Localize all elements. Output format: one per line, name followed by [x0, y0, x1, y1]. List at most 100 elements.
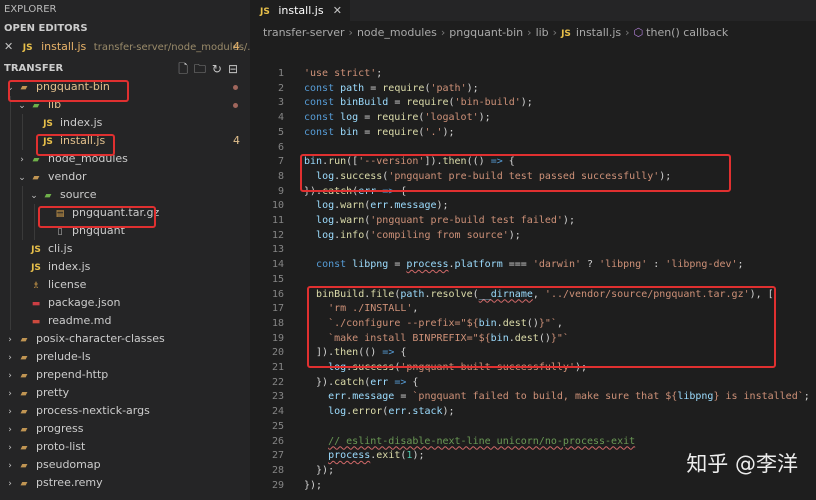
code-token: {	[502, 156, 515, 168]
code-line[interactable]: 'rm ./INSTALL',	[304, 303, 418, 314]
tree-item[interactable]: ▬ package.json	[0, 294, 250, 312]
code-line[interactable]: // eslint-disable-next-line unicorn/no-p…	[304, 436, 635, 447]
code-line[interactable]: }).catch(err => {	[304, 377, 418, 388]
code-token: }"`	[550, 332, 569, 344]
tree-item-label: pngquant.tar.gz	[72, 206, 160, 219]
code-line[interactable]: `make install BINPREFIX="${bin.dest()}"`	[304, 333, 569, 344]
code-line[interactable]: });	[304, 480, 322, 491]
tree-item[interactable]: › ▰ proto-list	[0, 438, 250, 456]
tree-item[interactable]: › ▰ node_modules	[0, 150, 250, 168]
tree-item[interactable]: › ▰ posix-character-classes	[0, 330, 250, 348]
breadcrumb-item[interactable]: pngquant-bin	[449, 26, 523, 39]
tree-item[interactable]: ⌄ ▰ vendor	[0, 168, 250, 186]
tree-item[interactable]: ▤ pngquant.tar.gz	[0, 204, 250, 222]
tree-item[interactable]: › ▰ pseudomap	[0, 456, 250, 474]
tree-item[interactable]: › ▰ pretty	[0, 384, 250, 402]
chevron-right-icon[interactable]: ›	[4, 403, 16, 421]
tree-item[interactable]: JS index.js	[0, 258, 250, 276]
code-line[interactable]: const libpng = process.platform === 'dar…	[304, 259, 744, 270]
chevron-down-icon[interactable]: ⌄	[16, 97, 28, 115]
chevron-down-icon[interactable]: ⌄	[16, 169, 28, 187]
line-number: 12	[271, 229, 284, 241]
code-line[interactable]: binBuild.file(path.resolve(__dirname, '.…	[304, 289, 774, 300]
code-token: __dirname	[478, 288, 533, 300]
folder-icon: ▰	[20, 461, 28, 471]
code-line[interactable]: log.success('pngquant built successfully…	[304, 362, 587, 373]
code-line[interactable]: const log = require('logalot');	[304, 112, 491, 123]
tree-item[interactable]: JS cli.js	[0, 240, 250, 258]
open-editor-item[interactable]: ✕ JS install.js transfer-server/node_mod…	[0, 38, 250, 56]
tree-item[interactable]: › ▰ pstree.remy	[0, 474, 250, 492]
tab-install-js[interactable]: JS install.js ✕	[250, 0, 350, 21]
workspace-section-header[interactable]: TRANSFER 🗋🗀↻⊟	[0, 60, 250, 78]
tree-item[interactable]: JS install.js 4	[0, 132, 250, 150]
code-token: =>	[382, 185, 395, 197]
code-line[interactable]: ]).then(() => {	[304, 347, 406, 358]
breadcrumb-item[interactable]: lib	[536, 26, 549, 39]
breadcrumb-item[interactable]: node_modules	[357, 26, 437, 39]
code-line[interactable]: log.warn(err.message);	[304, 200, 449, 211]
tree-item[interactable]: ▯ pngquant	[0, 222, 250, 240]
tree-item[interactable]: › ▰ progress	[0, 420, 250, 438]
tree-item[interactable]: › ▰ prelude-ls	[0, 348, 250, 366]
tree-item[interactable]: ⌄ ▰ pngquant-bin	[0, 78, 250, 96]
code-line[interactable]: }).catch(err => {	[304, 186, 406, 197]
line-number: 11	[271, 215, 284, 226]
breadcrumb-item[interactable]: transfer-server	[263, 26, 345, 39]
refresh-icon[interactable]: ↻	[212, 62, 228, 76]
collapse-all-icon[interactable]: ⊟	[228, 62, 244, 76]
open-editors-header[interactable]: OPEN EDITORS	[0, 20, 250, 38]
code-token: log	[316, 170, 335, 182]
tree-item[interactable]: › ▰ process-nextick-args	[0, 402, 250, 420]
indent-guide	[10, 96, 11, 114]
code-line[interactable]: bin.run(['--version']).then(() => {	[304, 156, 515, 167]
code-line[interactable]: err.message = `pngquant failed to build,…	[304, 391, 810, 402]
tree-item[interactable]: JS index.js	[0, 114, 250, 132]
code-line[interactable]: process.exit(1);	[304, 450, 424, 461]
tree-item[interactable]: ⌄ ▰ lib	[0, 96, 250, 114]
chevron-right-icon[interactable]: ›	[4, 457, 16, 475]
tree-item[interactable]: ⌄ ▰ source	[0, 186, 250, 204]
chevron-right-icon[interactable]: ›	[4, 439, 16, 457]
chevron-right-icon[interactable]: ›	[4, 385, 16, 403]
code-token: =	[358, 126, 377, 138]
indent-guide	[22, 132, 23, 150]
code-line[interactable]: const bin = require('.');	[304, 127, 455, 138]
breadcrumb-item[interactable]: then() callback	[646, 26, 728, 39]
code-line[interactable]: log.success('pngquant pre-build test pas…	[304, 171, 671, 182]
chevron-right-icon[interactable]: ›	[4, 349, 16, 367]
chevron-right-icon[interactable]: ›	[4, 421, 16, 439]
close-icon[interactable]: ✕	[333, 0, 342, 21]
code-token: '--version'	[358, 156, 425, 168]
chevron-down-icon[interactable]: ⌄	[4, 79, 16, 97]
code-line[interactable]: log.info('compiling from source');	[304, 230, 521, 241]
chevron-down-icon[interactable]: ⌄	[28, 187, 40, 205]
code-token: );	[442, 406, 455, 418]
code-token: log	[328, 362, 347, 373]
tree-item[interactable]: ♗ license	[0, 276, 250, 294]
archive-icon: ▤	[55, 209, 65, 219]
code-line[interactable]: const path = require('path');	[304, 83, 479, 94]
line-number: 20	[271, 347, 284, 359]
code-line[interactable]: });	[304, 465, 334, 476]
breadcrumb-item[interactable]: install.js	[576, 26, 621, 39]
code-line[interactable]: const binBuild = require('bin-build');	[304, 97, 533, 108]
line-number: 26	[271, 435, 284, 447]
code-token: );	[466, 82, 479, 94]
code-line[interactable]: log.error(err.stack);	[304, 406, 455, 418]
code-line[interactable]: log.warn('pngquant pre-build test failed…	[304, 215, 575, 226]
chevron-right-icon[interactable]: ›	[4, 367, 16, 385]
tree-item[interactable]: ▬ readme.md	[0, 312, 250, 330]
chevron-right-icon[interactable]: ›	[4, 331, 16, 349]
code-line[interactable]: 'use strict';	[304, 68, 382, 79]
chevron-right-icon[interactable]: ›	[4, 475, 16, 493]
indent-guide	[10, 240, 11, 258]
chevron-right-icon[interactable]: ›	[16, 151, 28, 169]
new-folder-icon[interactable]: 🗀	[194, 62, 212, 76]
tree-item-label: progress	[36, 422, 84, 435]
new-file-icon[interactable]: 🗋	[178, 62, 194, 76]
tree-item[interactable]: › ▰ prepend-http	[0, 366, 250, 384]
code-line[interactable]: `./configure --prefix="${bin.dest()}"`,	[304, 318, 563, 329]
close-icon[interactable]: ✕	[4, 40, 13, 53]
